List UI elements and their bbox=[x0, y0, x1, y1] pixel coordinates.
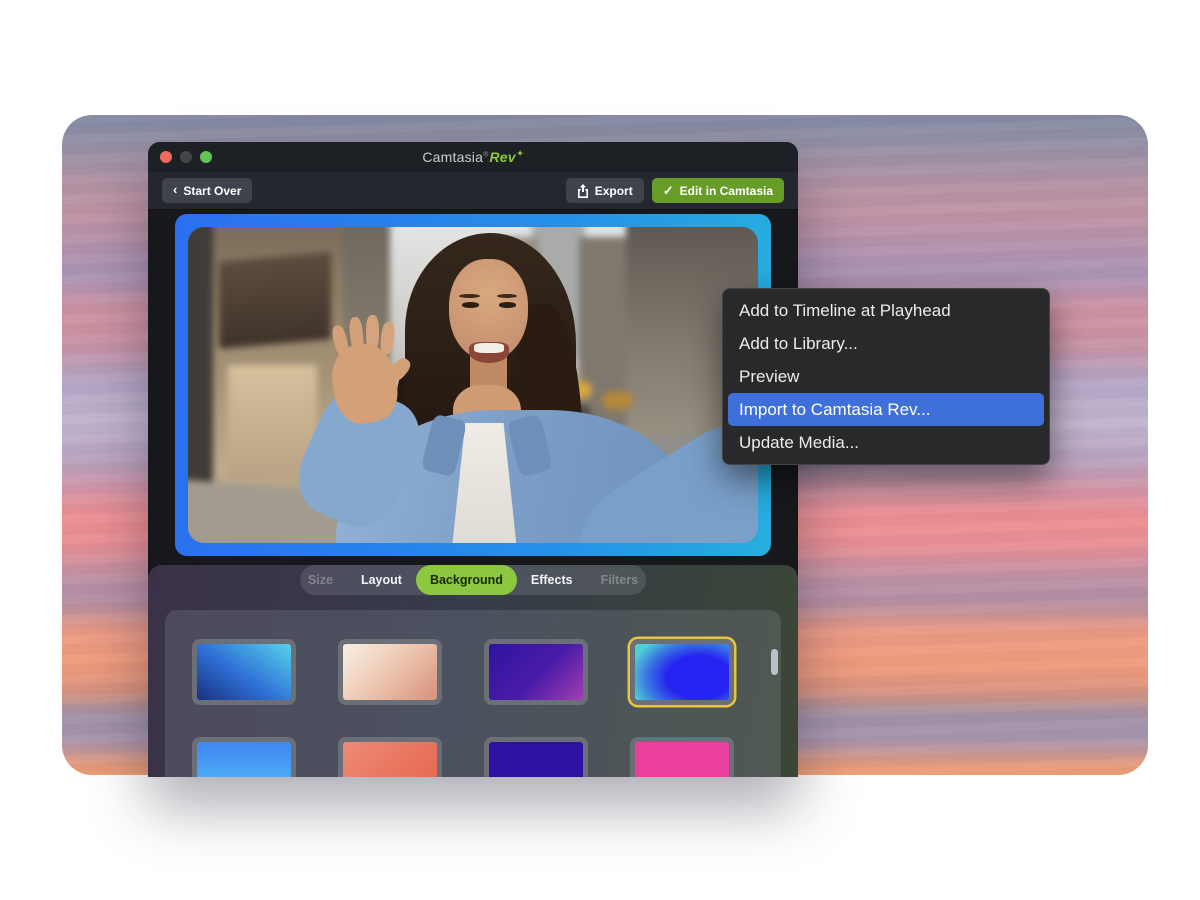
tab-bar: Size Layout Background Effects Filters bbox=[300, 565, 646, 595]
toolbar: ‹ Start Over Export ✓ Edit in Camtasia bbox=[148, 172, 798, 210]
edit-in-camtasia-button[interactable]: ✓ Edit in Camtasia bbox=[652, 178, 784, 203]
chevron-left-icon: ‹ bbox=[173, 183, 177, 196]
edit-in-camtasia-label: Edit in Camtasia bbox=[680, 184, 773, 198]
swatch-blue-gradient[interactable] bbox=[192, 639, 296, 705]
video-frame bbox=[175, 214, 771, 556]
swatch-color bbox=[343, 644, 437, 700]
swatch-color bbox=[635, 644, 729, 700]
start-over-label: Start Over bbox=[183, 184, 241, 198]
swatch-color bbox=[197, 644, 291, 700]
tab-filters[interactable]: Filters bbox=[587, 565, 653, 595]
tab-effects[interactable]: Effects bbox=[517, 565, 587, 595]
eye bbox=[499, 302, 516, 307]
product-name: Rev bbox=[489, 149, 515, 165]
swatch-color bbox=[635, 742, 729, 777]
background-swatch-panel bbox=[165, 610, 781, 777]
editing-panel: Size Layout Background Effects Filters bbox=[148, 565, 798, 777]
tab-size[interactable]: Size bbox=[294, 565, 347, 595]
menu-item-import-to-camtasia-rev[interactable]: Import to Camtasia Rev... bbox=[728, 393, 1044, 426]
finger bbox=[380, 321, 396, 354]
menu-item-add-to-timeline[interactable]: Add to Timeline at Playhead bbox=[723, 294, 1049, 327]
menu-item-preview[interactable]: Preview bbox=[723, 360, 1049, 393]
eye bbox=[462, 302, 479, 307]
swatch-color bbox=[489, 742, 583, 777]
export-icon bbox=[577, 184, 589, 198]
brand-name: Camtasia bbox=[422, 149, 483, 165]
tab-background[interactable]: Background bbox=[416, 565, 517, 595]
tab-layout[interactable]: Layout bbox=[347, 565, 416, 595]
desktop: Camtasia®Rev✦ ‹ Start Over Export ✓ Edit bbox=[0, 0, 1200, 900]
titlebar: Camtasia®Rev✦ bbox=[148, 142, 798, 172]
video-preview[interactable] bbox=[188, 227, 758, 543]
teeth bbox=[474, 343, 504, 353]
swatch-color bbox=[197, 742, 291, 777]
checkmark-icon: ✓ bbox=[663, 183, 674, 199]
swatch-blue-cyan-selected[interactable] bbox=[630, 639, 734, 705]
sparkle-icon: ✦ bbox=[517, 149, 524, 158]
scrollbar-thumb[interactable] bbox=[771, 649, 778, 675]
window-title: Camtasia®Rev✦ bbox=[148, 149, 798, 165]
swatch-color bbox=[489, 644, 583, 700]
export-button[interactable]: Export bbox=[566, 178, 644, 203]
preview-area bbox=[148, 210, 798, 556]
export-label: Export bbox=[595, 184, 633, 198]
start-over-button[interactable]: ‹ Start Over bbox=[162, 178, 252, 203]
swatch-indigo[interactable] bbox=[484, 737, 588, 777]
camtasia-rev-window: Camtasia®Rev✦ ‹ Start Over Export ✓ Edit bbox=[148, 142, 798, 777]
woman-waving bbox=[188, 227, 758, 543]
registered-mark: ® bbox=[483, 151, 488, 158]
menu-item-add-to-library[interactable]: Add to Library... bbox=[723, 327, 1049, 360]
smiling-mouth bbox=[469, 342, 509, 363]
toolbar-right-group: Export ✓ Edit in Camtasia bbox=[566, 178, 784, 203]
swatch-sky-blue[interactable] bbox=[192, 737, 296, 777]
context-menu: Add to Timeline at Playhead Add to Libra… bbox=[722, 288, 1050, 465]
swatch-color bbox=[343, 742, 437, 777]
swatch-purple-gradient[interactable] bbox=[484, 639, 588, 705]
menu-item-update-media[interactable]: Update Media... bbox=[723, 426, 1049, 459]
swatch-magenta[interactable] bbox=[630, 737, 734, 777]
swatch-grid bbox=[165, 610, 781, 777]
swatch-cream-gradient[interactable] bbox=[338, 639, 442, 705]
swatch-coral[interactable] bbox=[338, 737, 442, 777]
